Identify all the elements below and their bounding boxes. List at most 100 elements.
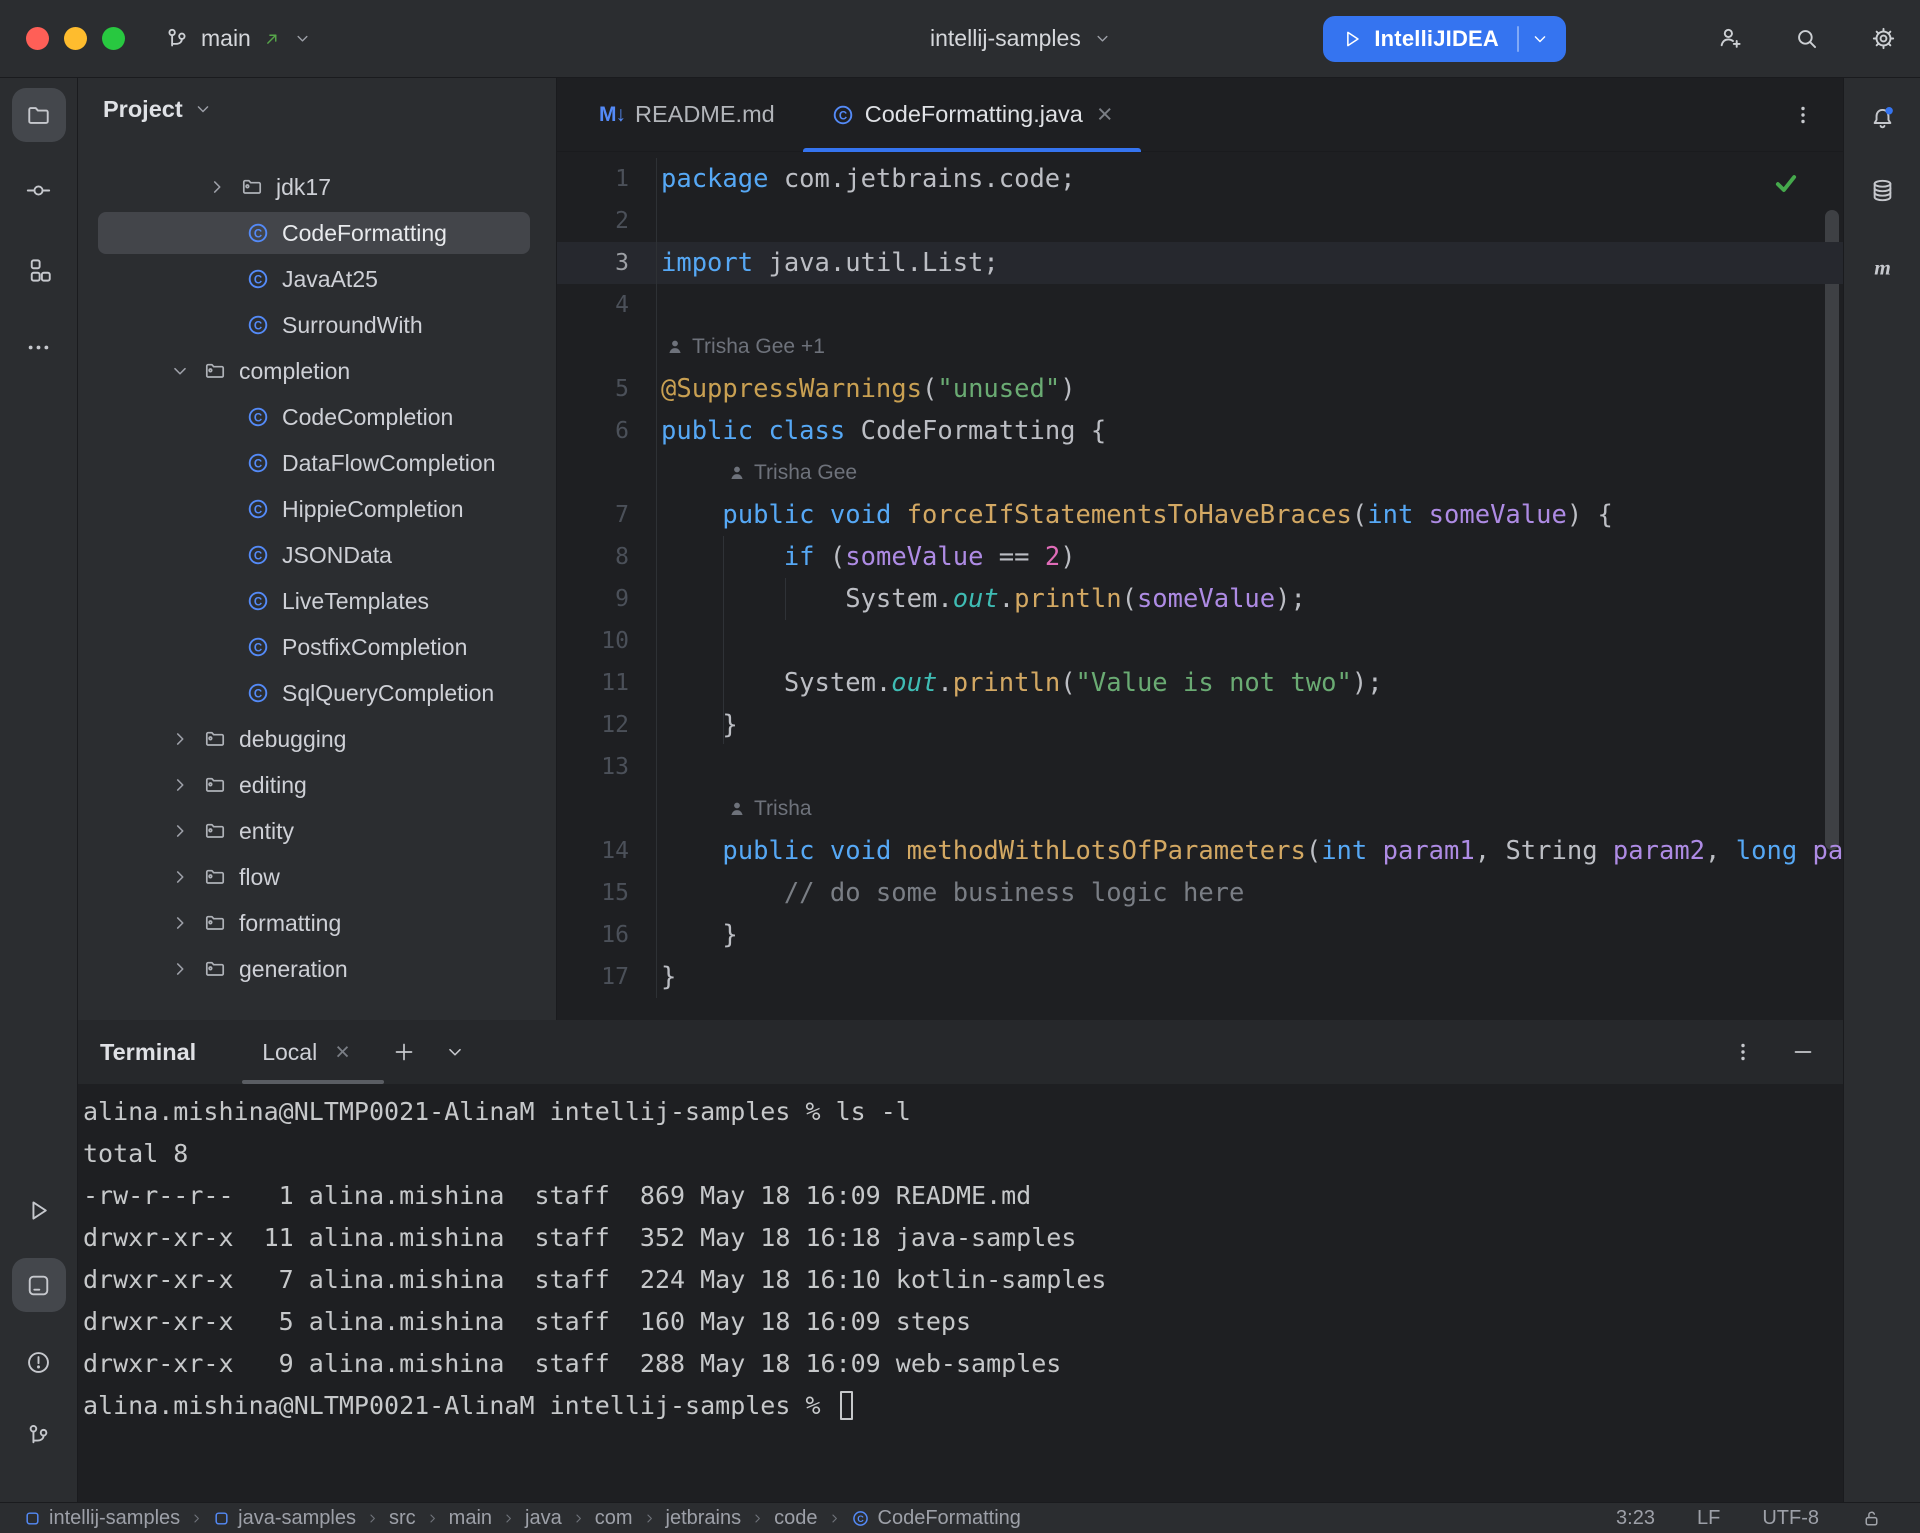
terminal-tab-local[interactable]: Local × (262, 1020, 350, 1084)
code-line-2[interactable]: 2 (557, 200, 1843, 242)
git-branch-widget[interactable]: main (164, 0, 312, 77)
code-line-5[interactable]: 5@SuppressWarnings("unused") (557, 368, 1843, 410)
breadcrumb-item-CodeFormatting[interactable]: CCodeFormatting (851, 1507, 1021, 1530)
tree-item-jdk17[interactable]: jdk17 (78, 164, 556, 210)
minimize-window-button[interactable] (64, 27, 87, 50)
search-icon[interactable] (1793, 25, 1820, 52)
rail-button-terminal-tool[interactable] (12, 1258, 66, 1312)
code-line-14[interactable]: 14 public void methodWithLotsOfParameter… (557, 830, 1843, 872)
code-line-15[interactable]: 15 // do some business logic here (557, 872, 1843, 914)
new-terminal-plus-icon[interactable] (392, 1040, 416, 1064)
breadcrumb-item-jetbrains[interactable]: jetbrains (666, 1507, 742, 1530)
svg-text:m: m (1874, 255, 1891, 279)
code-line-7[interactable]: 7 public void forceIfStatementsToHaveBra… (557, 494, 1843, 536)
rail-button-notifications[interactable] (1855, 91, 1909, 145)
tree-item-debugging[interactable]: debugging (78, 716, 556, 762)
rail-button-structure-tool[interactable] (12, 243, 66, 297)
breadcrumb-item-java[interactable]: java (525, 1507, 562, 1530)
rail-button-maven-tool[interactable]: m (1855, 240, 1909, 294)
code-line-6[interactable]: 6public class CodeFormatting { (557, 410, 1843, 452)
line-number (557, 788, 657, 830)
rail-button-version-control-tool[interactable] (12, 1408, 66, 1462)
hide-terminal-icon[interactable] (1791, 1040, 1815, 1064)
tree-item-JavaAt25[interactable]: CJavaAt25 (78, 256, 556, 302)
breadcrumb-item-code[interactable]: code (774, 1507, 817, 1530)
code-author-annotation[interactable]: Trisha Gee (557, 452, 1843, 494)
code-author-annotation[interactable]: Trisha (557, 788, 1843, 830)
tree-item-DataFlowCompletion[interactable]: CDataFlowCompletion (78, 440, 556, 486)
encoding[interactable]: UTF-8 (1762, 1507, 1819, 1530)
run-button[interactable]: IntelliJIDEA (1323, 16, 1566, 62)
tree-item-completion[interactable]: completion (78, 348, 556, 394)
code-line-8[interactable]: 8 if (someValue == 2) (557, 536, 1843, 578)
code-line-17[interactable]: 17} (557, 956, 1843, 998)
terminal-output[interactable]: alina.mishina@NLTMP0021-AlinaM intellij-… (78, 1084, 1843, 1502)
chevron-down-icon[interactable] (444, 1041, 466, 1063)
code-author-annotation[interactable]: Trisha Gee +1 (557, 326, 1843, 368)
tree-item-HippieCompletion[interactable]: CHippieCompletion (78, 486, 556, 532)
chevron-right-icon[interactable] (206, 176, 228, 198)
editor-tab-README.md[interactable]: M↓README.md (571, 78, 803, 151)
code-editor[interactable]: 1package com.jetbrains.code;23import jav… (557, 152, 1843, 1020)
chevron-right-icon[interactable] (169, 774, 191, 796)
zoom-window-button[interactable] (102, 27, 125, 50)
rail-button-database-tool[interactable] (1855, 163, 1909, 217)
code-line-3[interactable]: 3import java.util.List; (557, 242, 1843, 284)
tab-options-kebab-icon[interactable] (1791, 103, 1815, 127)
rail-button-run-tool[interactable] (12, 1183, 66, 1237)
tree-item-SqlQueryCompletion[interactable]: CSqlQueryCompletion (78, 670, 556, 716)
tree-item-entity[interactable]: entity (78, 808, 556, 854)
close-icon[interactable]: × (1097, 101, 1113, 128)
breadcrumb-item-intellij-samples[interactable]: intellij-samples (24, 1507, 180, 1530)
close-window-button[interactable] (26, 27, 49, 50)
tree-item-formatting[interactable]: formatting (78, 900, 556, 946)
project-switcher[interactable]: intellij-samples (930, 0, 1112, 77)
line-ending[interactable]: LF (1697, 1507, 1720, 1530)
rail-button-more-tool-windows[interactable] (12, 320, 66, 374)
tree-item-flow[interactable]: flow (78, 854, 556, 900)
tree-item-CodeFormatting[interactable]: CCodeFormatting (78, 210, 556, 256)
code-line-4[interactable]: 4 (557, 284, 1843, 326)
code-line-10[interactable]: 10 (557, 620, 1843, 662)
code-line-16[interactable]: 16 } (557, 914, 1843, 956)
code-line-13[interactable]: 13 (557, 746, 1843, 788)
code-line-9[interactable]: 9 System.out.println(someValue); (557, 578, 1843, 620)
breadcrumb-item-src[interactable]: src (389, 1507, 416, 1530)
rail-button-problems-tool[interactable] (12, 1335, 66, 1389)
chevron-right-icon[interactable] (169, 912, 191, 934)
project-panel-header[interactable]: Project (78, 78, 556, 140)
code-line-1[interactable]: 1package com.jetbrains.code; (557, 158, 1843, 200)
editor-tab-CodeFormatting.java[interactable]: CCodeFormatting.java× (803, 78, 1141, 151)
tree-item-label: editing (239, 772, 307, 799)
chevron-right-icon[interactable] (169, 820, 191, 842)
tree-item-LiveTemplates[interactable]: CLiveTemplates (78, 578, 556, 624)
rail-button-commit-tool[interactable] (12, 163, 66, 217)
tree-item-generation[interactable]: generation (78, 946, 556, 992)
caret-position[interactable]: 3:23 (1616, 1507, 1655, 1530)
terminal-prompt[interactable]: alina.mishina@NLTMP0021-AlinaM intellij-… (83, 1384, 1843, 1426)
chevron-right-icon[interactable] (169, 866, 191, 888)
chevron-right-icon[interactable] (169, 728, 191, 750)
terminal-options-kebab-icon[interactable] (1731, 1040, 1755, 1064)
tree-item-SurroundWith[interactable]: CSurroundWith (78, 302, 556, 348)
tree-item-editing[interactable]: editing (78, 762, 556, 808)
breadcrumb-item-main[interactable]: main (449, 1507, 492, 1530)
tree-item-PostfixCompletion[interactable]: CPostfixCompletion (78, 624, 556, 670)
gear-icon[interactable] (1870, 25, 1897, 52)
tree-item-JSONData[interactable]: CJSONData (78, 532, 556, 578)
tree-item-CodeCompletion[interactable]: CCodeCompletion (78, 394, 556, 440)
chevron-down-icon[interactable] (1530, 29, 1550, 49)
add-user-icon[interactable] (1716, 25, 1743, 52)
rail-button-project-tool[interactable] (12, 88, 66, 142)
chevron-right-icon[interactable] (169, 958, 191, 980)
close-icon[interactable]: × (335, 1040, 350, 1065)
chevron-down-icon[interactable] (169, 360, 191, 382)
breadcrumb-label: code (774, 1507, 817, 1530)
breadcrumb-item-com[interactable]: com (595, 1507, 633, 1530)
lock-open-icon[interactable] (1861, 1508, 1882, 1529)
breadcrumb-item-java-samples[interactable]: java-samples (213, 1507, 356, 1530)
code-text: public void methodWithLotsOfParameters(i… (657, 836, 1843, 866)
code-line-12[interactable]: 12 } (557, 704, 1843, 746)
code-line-11[interactable]: 11 System.out.println("Value is not two"… (557, 662, 1843, 704)
module-icon (24, 1510, 41, 1527)
